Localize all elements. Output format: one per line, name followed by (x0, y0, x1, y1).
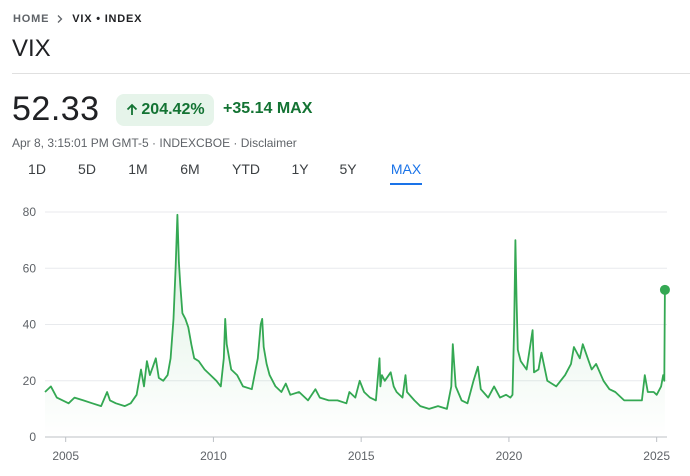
header-divider (12, 73, 690, 74)
y-tick-label: 80 (23, 205, 37, 219)
arrow-up-icon (127, 103, 138, 115)
current-price: 52.33 (12, 90, 100, 128)
tab-1m[interactable]: 1M (128, 161, 147, 177)
breadcrumb-current: VIX • INDEX (72, 13, 143, 25)
x-tick-label: 2015 (348, 449, 375, 463)
tab-6m[interactable]: 6M (180, 161, 199, 177)
y-tick-label: 40 (23, 318, 37, 332)
tab-5y[interactable]: 5Y (339, 161, 356, 177)
change-absolute: +35.14 MAX (223, 100, 313, 117)
current-value-marker (659, 284, 670, 295)
breadcrumb-home-link[interactable]: HOME (13, 13, 49, 25)
price-chart[interactable]: 80 60 40 20 0 2005 2010 2015 2020 2025 (0, 195, 690, 476)
change-percent: 204.42% (141, 101, 205, 118)
tab-ytd[interactable]: YTD (232, 161, 260, 177)
breadcrumb: HOME VIX • INDEX (13, 13, 142, 25)
timerange-tabs: 1D 5D 1M 6M YTD 1Y 5Y MAX (0, 161, 690, 187)
x-tick-label: 2025 (643, 449, 670, 463)
x-tick-label: 2010 (200, 449, 227, 463)
change-percent-badge: 204.42% (116, 94, 214, 126)
tab-1d[interactable]: 1D (28, 161, 46, 177)
quote-meta: Apr 8, 3:15:01 PM GMT-5 · INDEXCBOE · Di… (12, 136, 297, 150)
tab-1y[interactable]: 1Y (291, 161, 308, 177)
chevron-right-icon (57, 15, 63, 23)
y-tick-label: 0 (29, 430, 36, 444)
y-tick-label: 20 (23, 374, 37, 388)
chart-area-fill (45, 214, 665, 437)
tab-max[interactable]: MAX (391, 161, 421, 177)
y-tick-label: 60 (23, 261, 37, 275)
x-tick-label: 2020 (496, 449, 523, 463)
page-title: VIX (12, 35, 51, 62)
active-tab-indicator (390, 183, 422, 185)
tab-5d[interactable]: 5D (78, 161, 96, 177)
x-tick-label: 2005 (52, 449, 79, 463)
